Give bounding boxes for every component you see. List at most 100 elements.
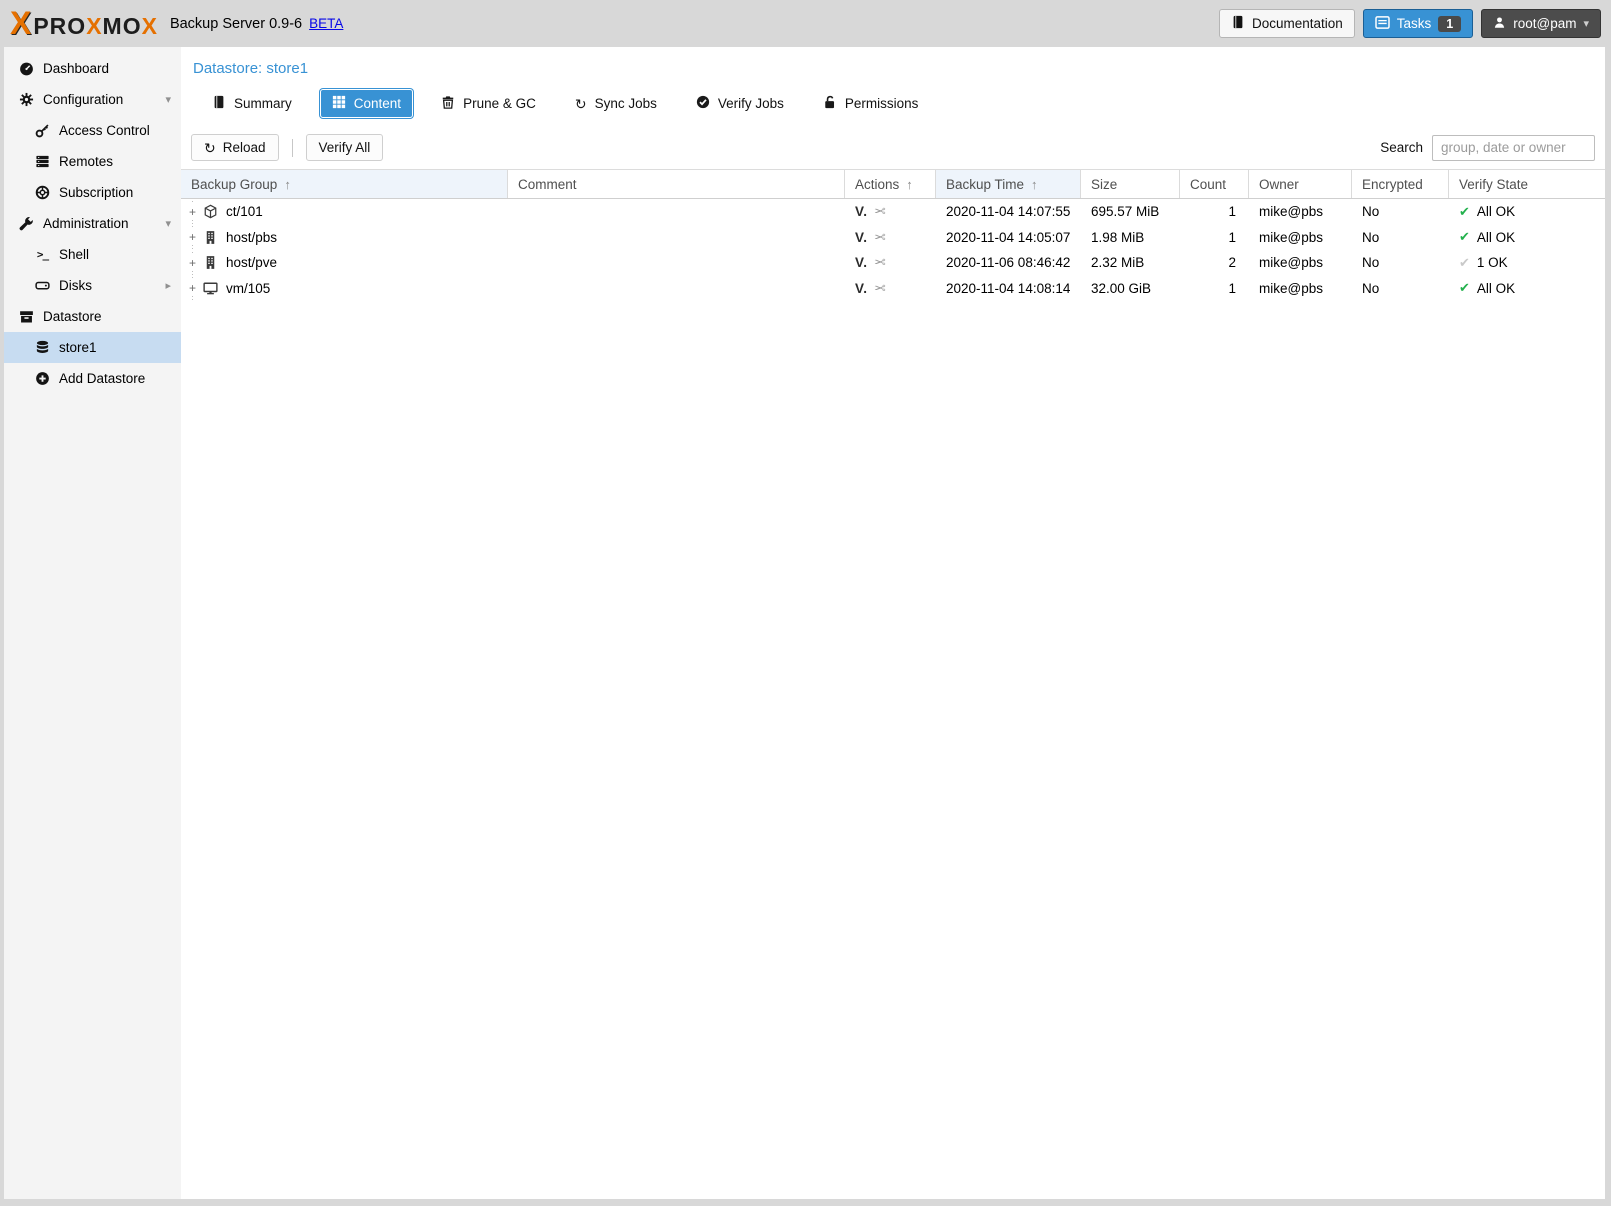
column-label: Backup Time bbox=[946, 177, 1024, 192]
tab-summary[interactable]: Summary bbox=[201, 89, 303, 118]
chevron-down-icon[interactable]: ▾ bbox=[165, 93, 171, 106]
sidebar-item-datastore[interactable]: Datastore bbox=[4, 301, 181, 332]
size-cell: 32.00 GiB bbox=[1081, 276, 1180, 302]
search-label: Search bbox=[1380, 140, 1423, 155]
check-icon: ✔ bbox=[1459, 229, 1470, 245]
column-header-encrypted[interactable]: Encrypted bbox=[1352, 170, 1449, 198]
sidebar-item-label: Remotes bbox=[59, 154, 113, 169]
column-header-size[interactable]: Size bbox=[1081, 170, 1180, 198]
chevron-down-icon[interactable]: ▾ bbox=[165, 217, 171, 230]
dashboard-icon bbox=[17, 61, 36, 76]
check-circle-icon bbox=[696, 95, 710, 112]
tab-sync-jobs[interactable]: ↻ Sync Jobs bbox=[564, 89, 668, 118]
column-header-backup-group[interactable]: Backup Group ↑ bbox=[181, 170, 508, 198]
column-header-actions[interactable]: Actions ↑ bbox=[845, 170, 936, 198]
database-icon bbox=[33, 340, 52, 355]
sidebar-item-add-datastore[interactable]: Add Datastore bbox=[4, 363, 181, 394]
sidebar-item-label: Disks bbox=[59, 278, 92, 293]
count-cell: 1 bbox=[1180, 199, 1249, 225]
verify-state-cell: ✔ All OK bbox=[1449, 225, 1605, 251]
sync-icon: ↻ bbox=[575, 97, 587, 111]
backup-group-label: host/pve bbox=[226, 255, 277, 270]
prune-scissors-icon[interactable]: ✂ bbox=[874, 280, 886, 297]
expand-icon[interactable]: + bbox=[186, 230, 199, 244]
sidebar-item-label: Subscription bbox=[59, 185, 133, 200]
column-header-backup-time[interactable]: Backup Time ↑ bbox=[936, 170, 1081, 198]
app-subtitle: Backup Server 0.9-6 bbox=[170, 16, 302, 32]
tab-permissions[interactable]: Permissions bbox=[812, 89, 930, 118]
reload-button[interactable]: ↻ Reload bbox=[191, 134, 279, 161]
verify-action-button[interactable]: V. bbox=[855, 281, 868, 296]
tasks-label: Tasks bbox=[1397, 16, 1432, 31]
trash-icon bbox=[441, 95, 455, 112]
beta-link[interactable]: BETA bbox=[309, 16, 343, 31]
column-label: Owner bbox=[1259, 177, 1299, 192]
sidebar-item-disks[interactable]: Disks ▸ bbox=[4, 270, 181, 301]
user-label: root@pam bbox=[1513, 16, 1576, 31]
column-header-comment[interactable]: Comment bbox=[508, 170, 845, 198]
table-row[interactable]: + vm/105 V. ✂ 2020-11-04 14:08:14 32.00 … bbox=[181, 276, 1605, 302]
user-menu-button[interactable]: root@pam ▾ bbox=[1481, 9, 1601, 38]
sidebar-item-label: store1 bbox=[59, 340, 97, 355]
comment-cell bbox=[508, 225, 845, 251]
expand-icon[interactable]: + bbox=[186, 256, 199, 270]
search-input[interactable] bbox=[1432, 135, 1595, 161]
sidebar-item-shell[interactable]: >_ Shell bbox=[4, 239, 181, 270]
sidebar-item-store1[interactable]: store1 bbox=[4, 332, 181, 363]
table-row[interactable]: + ct/101 V. ✂ 2020-11-04 14:07:55 695.57… bbox=[181, 199, 1605, 225]
sidebar-item-label: Access Control bbox=[59, 123, 150, 138]
tab-verify-jobs[interactable]: Verify Jobs bbox=[685, 89, 795, 118]
tasks-count-badge: 1 bbox=[1438, 16, 1461, 32]
verify-state-label: All OK bbox=[1477, 204, 1515, 219]
verify-state-label: All OK bbox=[1477, 230, 1515, 245]
sidebar-item-administration[interactable]: Administration ▾ bbox=[4, 208, 181, 239]
verify-action-button[interactable]: V. bbox=[855, 255, 868, 270]
prune-scissors-icon[interactable]: ✂ bbox=[874, 229, 886, 246]
sidebar-item-label: Add Datastore bbox=[59, 371, 145, 386]
column-header-verify-state[interactable]: Verify State bbox=[1449, 170, 1605, 198]
verify-action-button[interactable]: V. bbox=[855, 204, 868, 219]
verify-all-label: Verify All bbox=[319, 140, 371, 155]
tab-label: Content bbox=[354, 96, 401, 111]
proxmox-logo: X PROXMOX bbox=[10, 8, 158, 40]
brand-word: PROXMOX bbox=[33, 13, 158, 40]
proxmox-x-mark-icon: X bbox=[10, 8, 31, 38]
tasks-button[interactable]: Tasks 1 bbox=[1363, 9, 1473, 38]
column-label: Size bbox=[1091, 177, 1117, 192]
sidebar-item-label: Datastore bbox=[43, 309, 102, 324]
sidebar-item-subscription[interactable]: Subscription bbox=[4, 177, 181, 208]
expand-icon[interactable]: + bbox=[186, 281, 199, 295]
column-label: Verify State bbox=[1459, 177, 1528, 192]
verify-action-button[interactable]: V. bbox=[855, 230, 868, 245]
sidebar-item-dashboard[interactable]: Dashboard bbox=[4, 53, 181, 84]
page-title: Datastore: store1 bbox=[181, 47, 1605, 81]
size-cell: 1.98 MiB bbox=[1081, 225, 1180, 251]
documentation-label: Documentation bbox=[1252, 16, 1343, 31]
prune-scissors-icon[interactable]: ✂ bbox=[874, 203, 886, 220]
verify-all-button[interactable]: Verify All bbox=[306, 134, 384, 161]
reload-label: Reload bbox=[223, 140, 266, 155]
sidebar-item-configuration[interactable]: Configuration ▾ bbox=[4, 84, 181, 115]
expand-icon[interactable]: + bbox=[186, 205, 199, 219]
encrypted-cell: No bbox=[1352, 225, 1449, 251]
column-header-count[interactable]: Count bbox=[1180, 170, 1249, 198]
tab-content[interactable]: Content bbox=[320, 89, 413, 118]
column-header-owner[interactable]: Owner bbox=[1249, 170, 1352, 198]
brand-part: X bbox=[142, 13, 158, 39]
sort-asc-icon: ↑ bbox=[1031, 177, 1038, 192]
backup-group-label: host/pbs bbox=[226, 230, 277, 245]
actions-cell: V. ✂ bbox=[845, 225, 936, 251]
verify-state-cell: ✔ All OK bbox=[1449, 276, 1605, 302]
documentation-button[interactable]: Documentation bbox=[1219, 9, 1355, 38]
table-row[interactable]: + host/pve V. ✂ 2020-11-06 08:46:42 2.32… bbox=[181, 250, 1605, 276]
sidebar-item-remotes[interactable]: Remotes bbox=[4, 146, 181, 177]
tab-prune-gc[interactable]: Prune & GC bbox=[430, 89, 547, 118]
column-label: Count bbox=[1190, 177, 1226, 192]
owner-cell: mike@pbs bbox=[1249, 250, 1352, 276]
chevron-right-icon[interactable]: ▸ bbox=[165, 279, 171, 292]
chevron-down-icon: ▾ bbox=[1583, 17, 1589, 30]
prune-scissors-icon[interactable]: ✂ bbox=[874, 254, 886, 271]
verify-state-cell: ✔ All OK bbox=[1449, 199, 1605, 225]
table-row[interactable]: + host/pbs V. ✂ 2020-11-04 14:05:07 1.98… bbox=[181, 225, 1605, 251]
sidebar-item-access-control[interactable]: Access Control bbox=[4, 115, 181, 146]
